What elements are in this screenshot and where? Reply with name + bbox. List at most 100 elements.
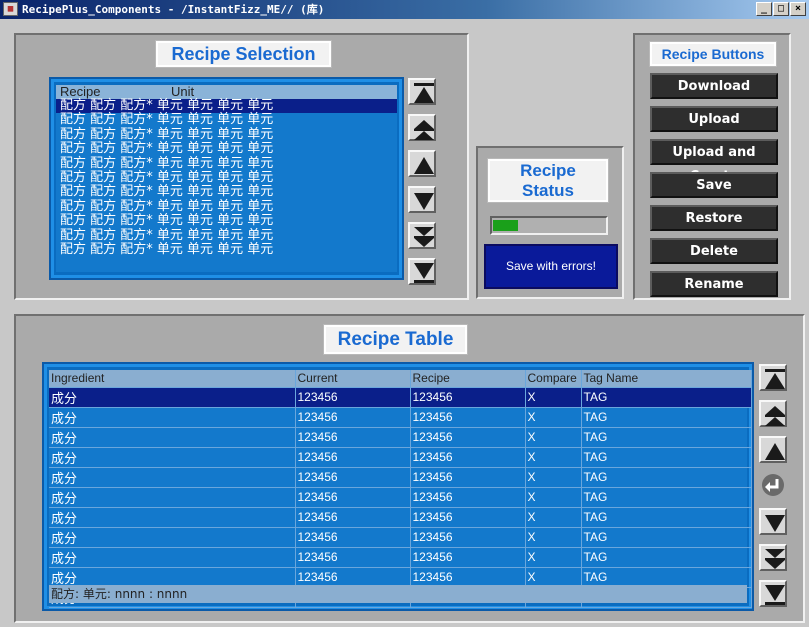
compare-column-header: Compare: [525, 370, 582, 388]
move-bottom-button[interactable]: [759, 580, 787, 607]
move-down-button[interactable]: [759, 508, 787, 535]
compare-cell: X: [525, 547, 582, 568]
recipe-table-title: Recipe Table: [323, 324, 468, 355]
table-header-row: Ingredient Current Recipe Compare Tag Name: [49, 370, 752, 388]
recipe-cell: 123456: [410, 447, 526, 468]
progress-fill: [493, 220, 518, 231]
ingredient-cell: 成分: [49, 507, 296, 528]
compare-cell: X: [525, 447, 582, 468]
compare-cell: X: [525, 407, 582, 428]
compare-cell: X: [525, 467, 582, 488]
tag-name-cell: TAG: [581, 487, 752, 508]
recipe-status-title-line1: Recipe: [520, 161, 576, 180]
recipe-list[interactable]: Recipe Unit 配方 配方 配方* 单元 单元 单元 单元 配方 配方 配…: [49, 77, 404, 280]
recipe-table[interactable]: Ingredient Current Recipe Compare Tag Name 成分…: [42, 362, 754, 611]
compare-cell: X: [525, 507, 582, 528]
ingredient-table: Ingredient Current Recipe Compare Tag Name 成分…: [49, 370, 752, 608]
move-top-button[interactable]: [408, 78, 436, 105]
table-row[interactable]: 成分123456123456XTAG: [49, 467, 752, 488]
maximize-button[interactable]: □: [773, 2, 789, 16]
ingredient-cell: 成分: [49, 427, 296, 448]
recipe-status-title: Recipe Status: [487, 158, 609, 203]
table-row[interactable]: 成分123456123456XTAG: [49, 507, 752, 528]
status-message: Save with errors!: [484, 244, 618, 289]
recipe-cell: 123456: [410, 467, 526, 488]
restore-button[interactable]: Restore: [650, 205, 778, 231]
ingredient-cell: 成分: [49, 447, 296, 468]
move-top-button[interactable]: [759, 364, 787, 391]
compare-cell: X: [525, 427, 582, 448]
recipe-selection-title: Recipe Selection: [155, 40, 332, 68]
page-up-button[interactable]: [408, 114, 436, 141]
tag-name-cell: TAG: [581, 547, 752, 568]
tag-name-cell: TAG: [581, 447, 752, 468]
app-icon: ▦: [3, 2, 18, 16]
window-title: RecipePlus_Components - /InstantFizz_ME/…: [22, 3, 325, 16]
recipe-cell: 123456: [410, 547, 526, 568]
page-up-button[interactable]: [759, 400, 787, 427]
recipe-list-header: Recipe Unit: [56, 85, 397, 99]
minimize-button[interactable]: _: [756, 2, 772, 16]
save-button[interactable]: Save: [650, 172, 778, 198]
recipe-list-item[interactable]: 配方 配方 配方* 单元 单元 单元 单元: [56, 199, 397, 214]
enter-button[interactable]: [759, 472, 787, 499]
current-cell: 123456: [295, 427, 411, 448]
recipe-buttons-panel: Recipe Buttons Download Upload Upload and …: [633, 33, 791, 300]
close-button[interactable]: ×: [790, 2, 806, 16]
delete-button[interactable]: Delete: [650, 238, 778, 264]
unit-column-header: Unit: [171, 84, 195, 99]
current-cell: 123456: [295, 547, 411, 568]
table-row[interactable]: 成分123456123456XTAG: [49, 487, 752, 508]
ingredient-cell: 成分: [49, 467, 296, 488]
move-bottom-button[interactable]: [408, 258, 436, 285]
current-cell: 123456: [295, 467, 411, 488]
move-down-button[interactable]: [408, 186, 436, 213]
title-bar: ▦ RecipePlus_Components - /InstantFizz_M…: [0, 0, 809, 19]
compare-cell: X: [525, 567, 582, 588]
recipe-list-item[interactable]: 配方 配方 配方* 单元 单元 单元 单元: [56, 112, 397, 127]
recipe-list-item[interactable]: 配方 配方 配方* 单元 单元 单元 单元: [56, 156, 397, 171]
recipe-list-item[interactable]: 配方 配方 配方* 单元 单元 单元 单元: [56, 127, 397, 142]
table-row[interactable]: 成分123456123456XTAG: [49, 547, 752, 568]
download-button[interactable]: Download: [650, 73, 778, 99]
recipe-list-item[interactable]: 配方 配方 配方* 单元 单元 单元 单元: [56, 213, 397, 228]
recipe-list-item[interactable]: 配方 配方 配方* 单元 单元 单元 单元: [56, 141, 397, 156]
current-cell: 123456: [295, 527, 411, 548]
table-row[interactable]: 成分123456123456XTAG: [49, 567, 752, 588]
page-down-button[interactable]: [408, 222, 436, 249]
table-row[interactable]: 成分123456123456XTAG: [49, 407, 752, 428]
recipe-list-body: Recipe Unit 配方 配方 配方* 单元 单元 单元 单元 配方 配方 配…: [56, 85, 397, 272]
recipe-list-item[interactable]: 配方 配方 配方* 单元 单元 单元 单元: [56, 184, 397, 199]
move-up-button[interactable]: [408, 150, 436, 177]
recipe-table-body: Ingredient Current Recipe Compare Tag Name 成分…: [49, 370, 752, 608]
upload-button[interactable]: Upload: [650, 106, 778, 132]
table-row[interactable]: 成分123456123456XTAG: [49, 387, 752, 408]
table-row[interactable]: 成分123456123456XTAG: [49, 527, 752, 548]
move-up-button[interactable]: [759, 436, 787, 463]
tag-name-cell: TAG: [581, 567, 752, 588]
recipe-rows: 配方 配方 配方* 单元 单元 单元 单元 配方 配方 配方* 单元 单元 单元 …: [56, 98, 397, 257]
current-cell: 123456: [295, 407, 411, 428]
ingredient-cell: 成分: [49, 487, 296, 508]
tag-name-cell: TAG: [581, 507, 752, 528]
recipe-status-progress: [490, 216, 608, 235]
recipe-cell: 123456: [410, 567, 526, 588]
table-row[interactable]: 成分123456123456XTAG: [49, 427, 752, 448]
current-column-header: Current: [295, 370, 411, 388]
ingredient-column-header: Ingredient: [49, 370, 296, 388]
tag-name-cell: TAG: [581, 407, 752, 428]
ingredient-cell: 成分: [49, 407, 296, 428]
table-row[interactable]: 成分123456123456XTAG: [49, 447, 752, 468]
recipe-list-item[interactable]: 配方 配方 配方* 单元 单元 单元 单元: [56, 242, 397, 257]
rename-button[interactable]: Rename: [650, 271, 778, 297]
compare-cell: X: [525, 387, 582, 408]
ingredient-cell: 成分: [49, 547, 296, 568]
upload-and-create-button[interactable]: Upload and Create: [650, 139, 778, 184]
recipe-selection-panel: Recipe Selection Recipe Unit 配方 配方 配方* 单…: [14, 33, 469, 300]
recipe-table-panel: Recipe Table Ingredient Current Recipe Comp…: [14, 314, 805, 623]
tag-name-cell: TAG: [581, 527, 752, 548]
page-down-button[interactable]: [759, 544, 787, 571]
current-cell: 123456: [295, 567, 411, 588]
recipe-list-item[interactable]: 配方 配方 配方* 单元 单元 单元 单元: [56, 228, 397, 243]
recipe-column-header: Recipe: [60, 84, 101, 99]
